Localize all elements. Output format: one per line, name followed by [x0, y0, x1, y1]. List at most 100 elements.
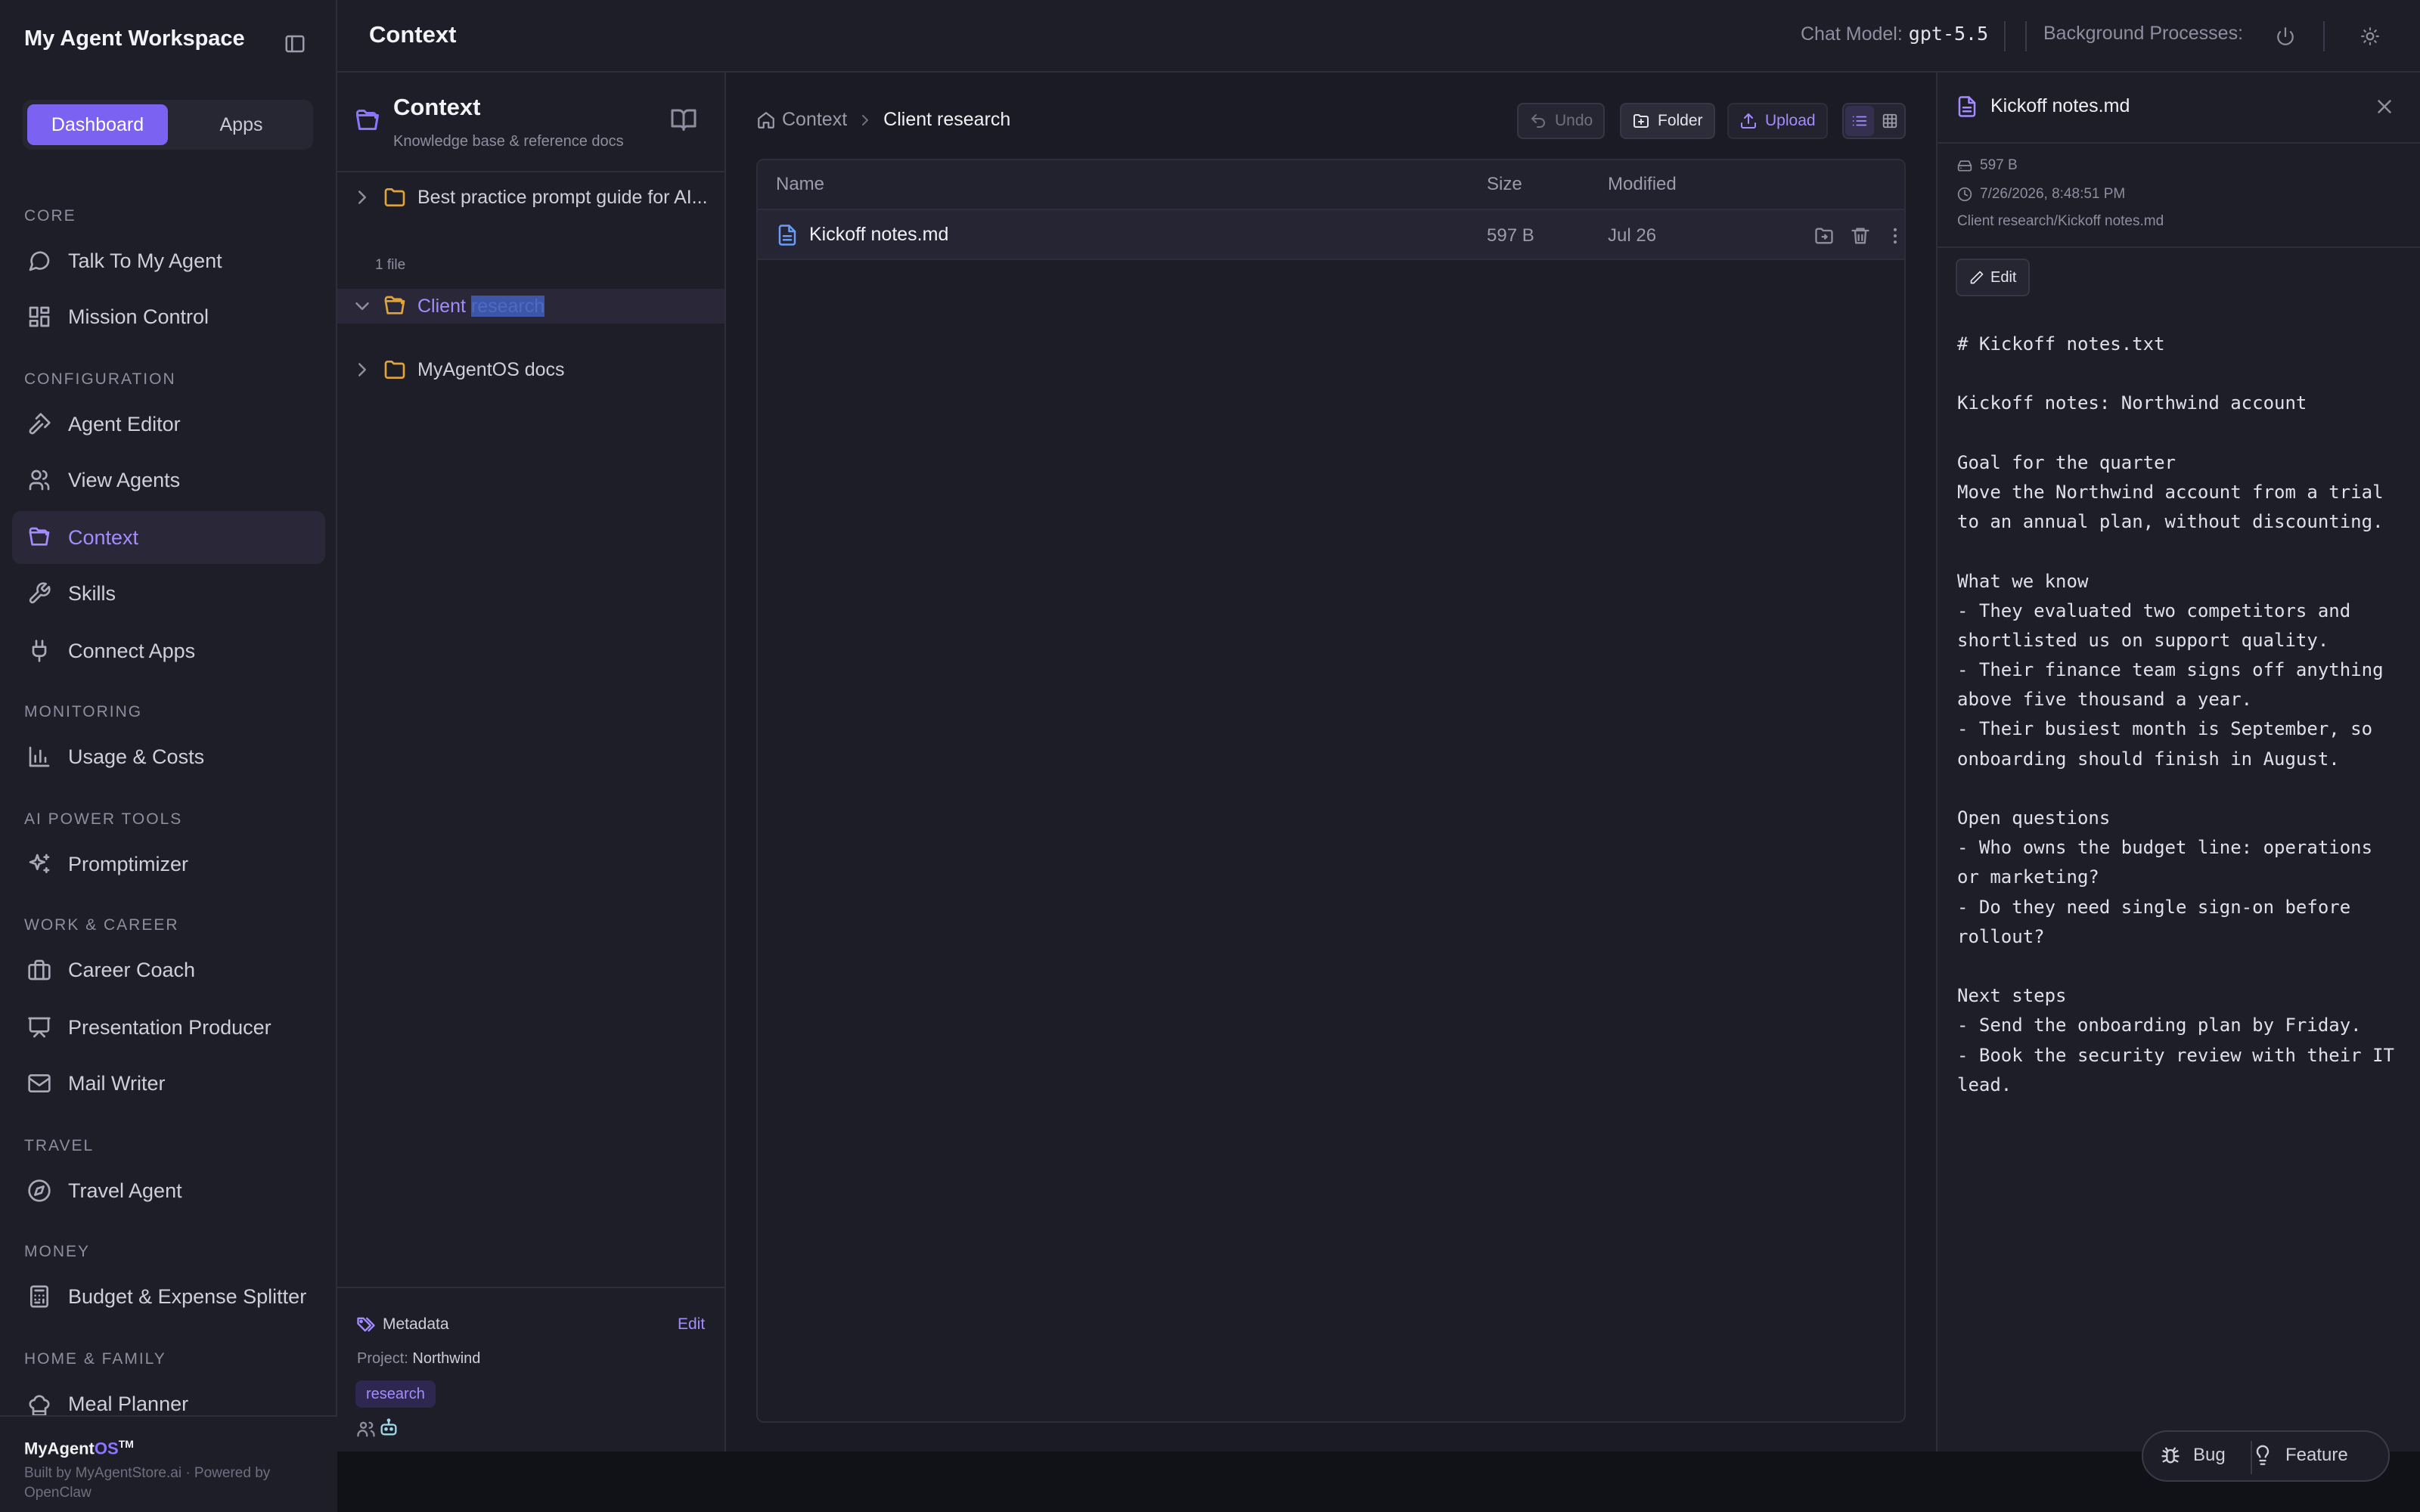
- collapse-sidebar-button[interactable]: [281, 30, 309, 57]
- list-view-button[interactable]: [1845, 106, 1874, 136]
- folder-name-visible: Client: [417, 295, 466, 317]
- brand-prefix: MyAgent: [24, 1439, 95, 1458]
- content-line: shortlisted us on support quality.: [1957, 629, 2329, 651]
- content-line: What we know: [1957, 570, 2089, 592]
- sidebar-item-label: Promptimizer: [68, 852, 189, 875]
- chevron-down-icon[interactable]: [351, 295, 374, 318]
- sidebar-item-promptimizer[interactable]: Promptimizer: [12, 838, 325, 891]
- report-bug-button[interactable]: Bug: [2160, 1445, 2226, 1466]
- chevron-right-icon[interactable]: [351, 358, 374, 381]
- presentation-icon: [26, 1014, 53, 1041]
- power-icon: [2277, 27, 2294, 45]
- metadata-tag[interactable]: research: [355, 1380, 436, 1408]
- table-row[interactable]: Kickoff notes.md 597 B Jul 26: [758, 210, 1906, 260]
- file-size: 597 B: [1487, 225, 1534, 246]
- tree-folder-best-practice[interactable]: Best practice prompt guide for AI...: [337, 180, 724, 215]
- metadata-edit-link[interactable]: Edit: [678, 1315, 705, 1334]
- new-folder-button[interactable]: Folder: [1620, 103, 1715, 139]
- sidebar-item-label: View Agents: [68, 468, 181, 491]
- sidebar-item-skills[interactable]: Skills: [12, 567, 325, 620]
- preview-size: 597 B: [1957, 157, 2018, 174]
- request-feature-button[interactable]: Feature: [2252, 1445, 2348, 1466]
- trash-icon[interactable]: [1850, 225, 1871, 246]
- sidebar-item-connect-apps[interactable]: Connect Apps: [12, 624, 325, 677]
- bug-label: Bug: [2193, 1445, 2226, 1465]
- sidebar-item-budget-expense-splitter[interactable]: Budget & Expense Splitter: [12, 1270, 325, 1323]
- sidebar-item-mission-control[interactable]: Mission Control: [12, 290, 325, 343]
- column-header-name[interactable]: Name: [776, 174, 824, 195]
- move-to-folder-icon[interactable]: [1813, 225, 1835, 246]
- sidebar-item-talk-to-my-agent[interactable]: Talk To My Agent: [12, 234, 325, 287]
- sidebar-item-label: Context: [68, 525, 139, 549]
- content-line: - Book the security review with their IT: [1957, 1044, 2394, 1066]
- sidebar-item-career-coach[interactable]: Career Coach: [12, 943, 325, 996]
- content-line: Kickoff notes: Northwind account: [1957, 392, 2307, 414]
- tree-folder-client-research[interactable]: Client research: [337, 289, 724, 324]
- close-icon[interactable]: [2373, 95, 2396, 118]
- tree-folder-myagentos-docs[interactable]: MyAgentOS docs: [337, 352, 724, 387]
- lightbulb-icon: [2256, 1445, 2270, 1465]
- sidebar-item-agent-editor[interactable]: Agent Editor: [12, 398, 325, 451]
- dashboard-tab[interactable]: Dashboard: [27, 104, 168, 145]
- preview-timestamp: 7/26/2026, 8:48:51 PM: [1957, 186, 2125, 203]
- sparkles-icon: [26, 850, 53, 878]
- sidebar-item-label: Travel Agent: [68, 1179, 182, 1202]
- sidebar-item-mail-writer[interactable]: Mail Writer: [12, 1057, 325, 1110]
- content-line: lead.: [1957, 1074, 2012, 1095]
- sidebar-item-usage-costs[interactable]: Usage & Costs: [12, 730, 325, 783]
- workspace-title: My Agent Workspace: [24, 26, 245, 51]
- home-icon[interactable]: [756, 110, 776, 130]
- section-monitoring: MONITORING: [24, 703, 143, 720]
- metadata-project: Project: Northwind: [357, 1350, 480, 1368]
- apps-tab[interactable]: Apps: [174, 104, 309, 145]
- sidebar-item-presentation-producer[interactable]: Presentation Producer: [12, 1001, 325, 1054]
- chat-model-selector[interactable]: Chat Model: gpt-5.5: [1801, 23, 1988, 45]
- folder-icon: [384, 188, 405, 206]
- brand-logo: MyAgentOSTM: [24, 1438, 134, 1458]
- list-icon: [1852, 116, 1867, 126]
- hammer-icon: [26, 411, 53, 438]
- table-header: Name Size Modified: [758, 160, 1904, 210]
- grid-view-button[interactable]: [1876, 106, 1904, 136]
- upload-button[interactable]: Upload: [1727, 103, 1828, 139]
- column-header-modified[interactable]: Modified: [1608, 174, 1677, 195]
- edit-button[interactable]: Edit: [1956, 259, 2031, 296]
- sidebar-item-view-agents[interactable]: View Agents: [12, 454, 325, 507]
- view-switcher: Dashboard Apps: [23, 100, 313, 150]
- folder-open-icon: [26, 524, 53, 551]
- folder-open-icon: [384, 296, 405, 314]
- theme-toggle-button[interactable]: [2355, 21, 2385, 51]
- content-line: onboarding should finish in August.: [1957, 748, 2340, 770]
- sidebar-item-context[interactable]: Context: [12, 511, 325, 564]
- content-line: - Do they need single sign-on before: [1957, 896, 2351, 918]
- file-text-icon: [1958, 96, 1976, 117]
- folder-label: Folder: [1658, 112, 1703, 129]
- more-vertical-icon[interactable]: [1885, 225, 1906, 246]
- book-open-icon[interactable]: [670, 106, 697, 133]
- background-processes-power-button[interactable]: [2270, 21, 2301, 51]
- sidebar-item-travel-agent[interactable]: Travel Agent: [12, 1164, 325, 1217]
- chevron-right-icon: [862, 114, 869, 125]
- clock-icon: [1957, 187, 1972, 202]
- undo-icon: [1531, 114, 1545, 128]
- content-line: to an annual plan, without discounting.: [1957, 511, 2384, 533]
- robot-icon: [380, 1418, 397, 1436]
- divider: [1938, 246, 2420, 248]
- chat-model-value: gpt-5.5: [1908, 23, 1989, 45]
- folder-name-selected-text: research: [470, 295, 545, 317]
- column-header-size[interactable]: Size: [1487, 174, 1522, 195]
- divider: [337, 171, 726, 172]
- content-line: [1957, 774, 2403, 804]
- sidebar-item-meal-planner[interactable]: Meal Planner: [12, 1377, 325, 1415]
- file-modified: Jul 26: [1608, 225, 1657, 246]
- upload-icon: [1741, 113, 1756, 129]
- undo-button[interactable]: Undo: [1517, 103, 1606, 139]
- chevron-right-icon[interactable]: [351, 186, 374, 209]
- breadcrumb: Context Client research: [756, 109, 1010, 131]
- bug-icon: [2161, 1447, 2180, 1464]
- breadcrumb-root[interactable]: Context: [782, 109, 847, 131]
- folder-name: MyAgentOS docs: [417, 358, 565, 380]
- project-label: Project:: [357, 1350, 408, 1367]
- sidebar-toggle-icon: [285, 35, 305, 53]
- folder-icon: [384, 361, 405, 379]
